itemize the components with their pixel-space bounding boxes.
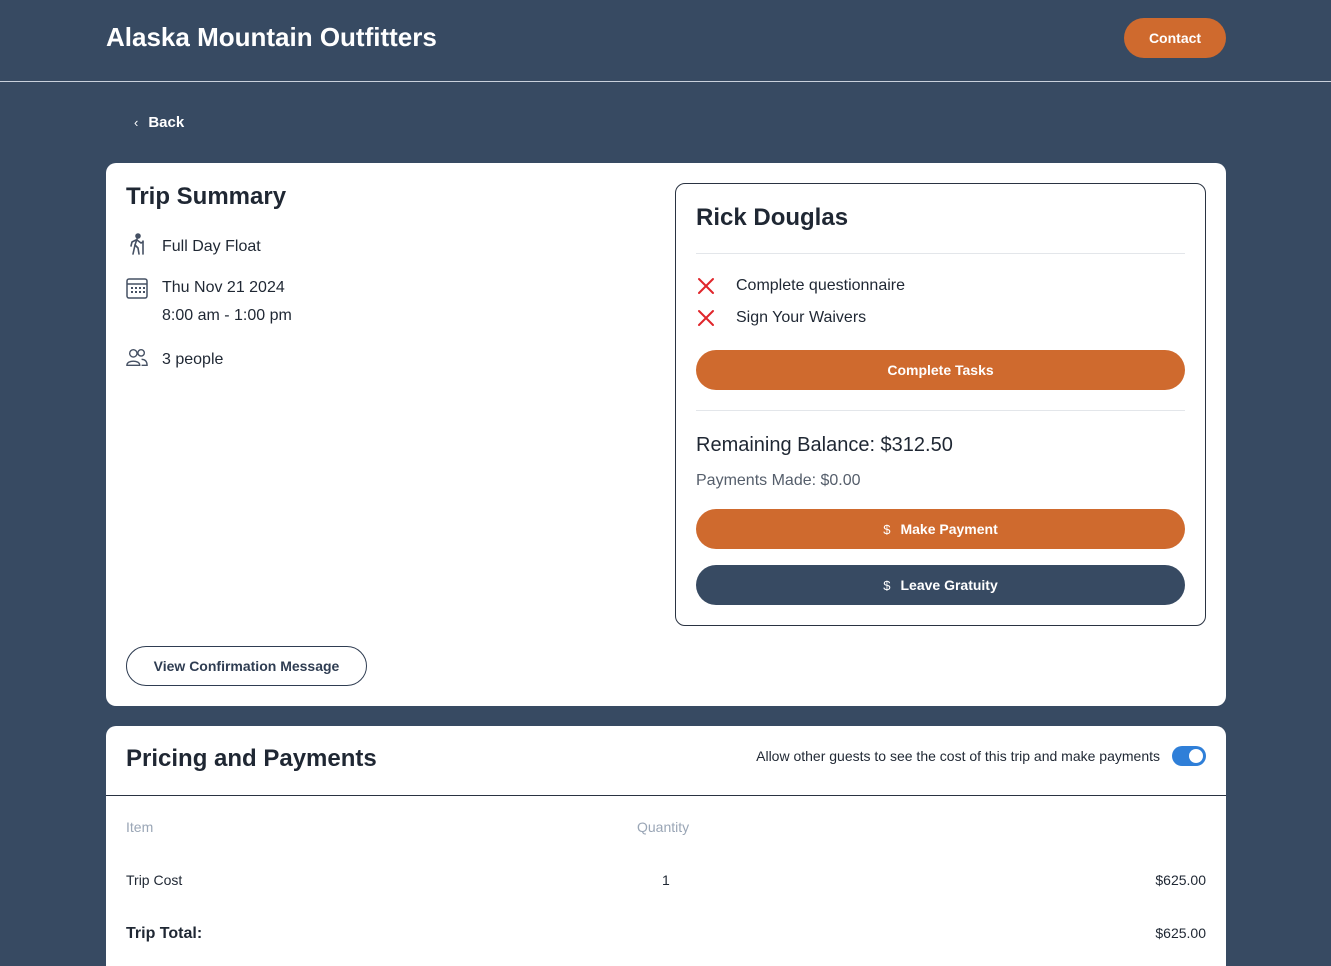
- divider: [106, 795, 1226, 796]
- divider: [696, 410, 1185, 411]
- trip-summary-card: Trip Summary Full Day Float Thu Nov 21 2…: [106, 163, 1226, 706]
- guest-name: Rick Douglas: [696, 204, 849, 231]
- task-label: Sign Your Waivers: [736, 309, 867, 326]
- trip-date: Thu Nov 21 2024: [162, 279, 285, 296]
- task-item: Sign Your Waivers: [696, 308, 866, 328]
- row-quantity: 1: [662, 872, 670, 888]
- contact-button[interactable]: Contact: [1124, 18, 1226, 58]
- calendar-icon: [126, 277, 148, 299]
- trip-total-label: Trip Total:: [126, 925, 203, 942]
- task-label: Complete questionnaire: [736, 277, 905, 294]
- task-item: Complete questionnaire: [696, 276, 905, 296]
- make-payment-label: Make Payment: [900, 521, 998, 537]
- party-row: 3 people: [126, 346, 223, 374]
- column-header-quantity: Quantity: [637, 819, 690, 835]
- activity-row: Full Day Float: [126, 233, 261, 261]
- leave-gratuity-button[interactable]: $ Leave Gratuity: [696, 565, 1185, 605]
- trip-time: 8:00 am - 1:00 pm: [162, 307, 292, 324]
- trip-summary-title: Trip Summary: [126, 183, 287, 210]
- payments-made: Payments Made: $0.00: [696, 472, 861, 489]
- users-icon: [126, 346, 148, 368]
- activity-name: Full Day Float: [162, 238, 261, 255]
- leave-gratuity-label: Leave Gratuity: [900, 577, 998, 593]
- divider: [696, 253, 1185, 254]
- share-cost-label: Allow other guests to see the cost of th…: [756, 748, 1160, 764]
- brand-title[interactable]: Alaska Mountain Outfitters: [106, 22, 437, 53]
- top-header: Alaska Mountain Outfitters Contact: [0, 0, 1331, 82]
- pricing-card: Pricing and Payments Allow other guests …: [106, 726, 1226, 966]
- complete-tasks-button[interactable]: Complete Tasks: [696, 350, 1185, 390]
- pricing-title: Pricing and Payments: [126, 745, 377, 772]
- row-amount: $625.00: [1155, 872, 1206, 888]
- make-payment-button[interactable]: $ Make Payment: [696, 509, 1185, 549]
- complete-tasks-label: Complete Tasks: [887, 362, 994, 378]
- dollar-icon: $: [883, 577, 891, 593]
- chevron-left-icon: ‹: [134, 115, 139, 130]
- party-size: 3 people: [162, 351, 224, 368]
- hiker-icon: [126, 233, 148, 255]
- x-mark-icon: [696, 276, 716, 296]
- date-row: Thu Nov 21 2024 8:00 am - 1:00 pm: [126, 274, 292, 330]
- row-item: Trip Cost: [126, 872, 183, 888]
- column-header-item: Item: [126, 819, 154, 835]
- guest-panel: Rick Douglas Complete questionnaire Sign…: [675, 183, 1206, 626]
- back-label: Back: [148, 114, 185, 131]
- trip-total-amount: $625.00: [1155, 925, 1206, 941]
- remaining-balance: Remaining Balance: $312.50: [696, 434, 953, 456]
- x-mark-icon: [696, 308, 716, 328]
- dollar-icon: $: [883, 521, 891, 537]
- toggle-knob: [1189, 749, 1203, 763]
- share-cost-toggle[interactable]: [1172, 746, 1206, 766]
- view-confirmation-button[interactable]: View Confirmation Message: [126, 646, 367, 686]
- back-link[interactable]: ‹ Back: [134, 114, 184, 131]
